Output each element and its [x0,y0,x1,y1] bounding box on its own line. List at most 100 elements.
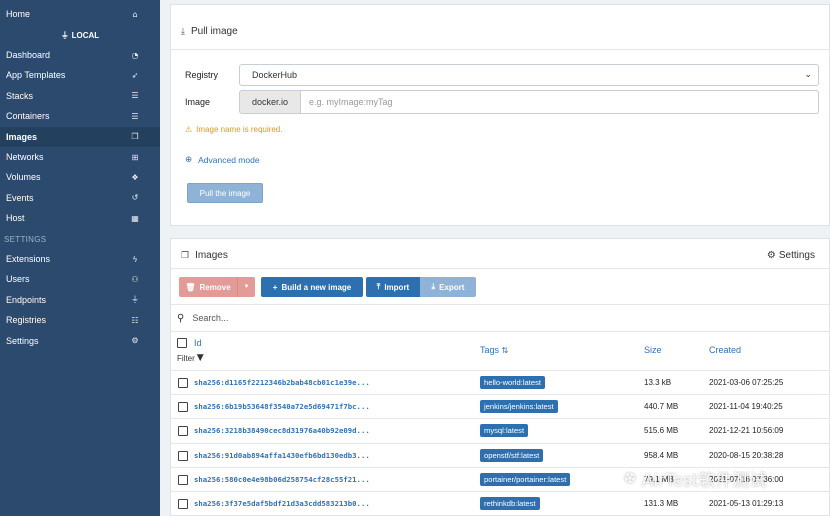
image-required-warning: ⚠ Image name is required. [185,125,282,134]
sidebar-item-stacks[interactable]: Stacks ☰ [0,86,160,106]
image-tag-badge: portainer/portainer:latest [480,472,571,486]
endpoint-name: LOCAL [71,31,100,40]
sidebar-item-extensions[interactable]: Extensions ϟ [0,249,160,269]
image-id-link[interactable]: sha256:580c0e4e98b06d258754cf28c55f21... [194,475,370,484]
sitemap-icon: ⊞ [131,152,139,162]
plug-icon: ⏚ [60,31,72,40]
warning-icon: ⚠ [185,125,193,134]
pull-image-button[interactable]: Pull the image [187,183,263,203]
image-id-link[interactable]: sha256:3f37e5daf5bdf21d3a3cdd583213b0... [194,499,370,508]
rocket-icon: ➶ [131,70,139,80]
registry-label: Registry [185,70,219,80]
image-id-link[interactable]: sha256:6b19b53648f3540a72e5d69471f7bc... [194,402,370,411]
server-icon: ☰ [131,111,139,121]
sidebar-item-label: Endpoints [6,294,47,305]
image-created: 2021-11-04 19:40:25 [709,402,783,412]
sidebar-item-app-templates[interactable]: App Templates ➶ [0,65,160,85]
search-input[interactable]: Search... [192,313,228,323]
table-row[interactable]: sha256:3f37e5daf5bdf21d3a3cdd583213b0...… [171,491,830,515]
caret-down-icon: ▼ [243,284,250,290]
download-icon: ⤓ [431,282,436,291]
table-settings-label: Settings [778,250,815,261]
sidebar-item-events[interactable]: Events ↺ [0,188,160,208]
registry-select-value: DockerHub [252,70,298,80]
search-bar[interactable]: ⚲ Search... [171,304,830,332]
filter-toggle[interactable]: Filter ▼ [177,353,204,363]
advanced-mode-link[interactable]: ⊕ Advanced mode [185,155,260,165]
image-size: 13.3 kB [644,378,672,387]
history-icon: ↺ [131,193,139,203]
image-tag-badge: rethinkdb:latest [480,497,540,510]
row-checkbox[interactable] [178,378,188,388]
sidebar-item-registries[interactable]: Registries ☷ [0,310,160,330]
advanced-mode-label: Advanced mode [198,155,260,165]
image-id-link[interactable]: sha256:3218b38490cec8d31976a40b92e09d... [194,426,370,435]
plus-icon: + [272,282,278,292]
chevron-down-icon: ⌄ [804,70,812,80]
bolt-icon: ϟ [132,254,138,264]
sidebar-item-users[interactable]: Users ⚇ [0,269,160,289]
users-icon: ⚇ [131,274,139,284]
table-row[interactable]: sha256:6b19b53648f3540a72e5d69471f7bc...… [171,394,830,418]
build-image-label: Build a new image [281,282,352,292]
select-all-checkbox[interactable] [177,338,187,348]
settings-section-header: SETTINGS [4,235,47,244]
filter-icon: ▼ [196,353,204,363]
image-id-link[interactable]: sha256:91d0ab894affa1430efb6bd130edb3... [194,451,370,460]
remove-button-label: Remove [199,282,231,292]
sidebar-item-label: Users [6,274,30,285]
sidebar-item-dashboard[interactable]: Dashboard ◔ [0,45,160,65]
image-size: 131.3 MB [644,499,679,508]
sidebar-item-label: Extensions [6,254,51,264]
trash-icon: 🗑 [185,282,196,292]
export-button[interactable]: ⤓ Export [420,277,476,297]
remove-options-toggle[interactable]: ▼ [237,277,255,297]
list-icon: ☰ [131,91,139,101]
table-row[interactable]: sha256:91d0ab894affa1430efb6bd130edb3...… [171,442,830,467]
wechat-icon: ✪ [624,470,636,487]
image-id-link[interactable]: sha256:d1165f2212346b2bab48cb01c1e39e... [194,378,370,387]
image-tag-badge: jenkins/jenkins:latest [480,400,558,414]
sidebar-item-host[interactable]: Host ▦ [0,208,160,228]
sidebar-item-endpoints[interactable]: Endpoints ⏚ [0,290,160,310]
image-created: 2021-12-21 10:56:09 [709,426,784,436]
column-header-created[interactable]: Created [709,345,741,355]
import-button[interactable]: ⤒ Import [366,277,420,297]
endpoint-header: ⏚ LOCAL [0,30,160,41]
sidebar-item-networks[interactable]: Networks ⊞ [0,147,160,167]
sidebar: Home ⌂ ⏚ LOCAL Dashboard ◔ App Templates ➶ S… [0,0,160,516]
table-row[interactable]: sha256:3218b38490cec8d31976a40b92e09d...… [171,418,830,442]
row-checkbox[interactable] [178,474,188,485]
sidebar-item-settings[interactable]: Settings ⚙ [0,331,160,351]
registry-select[interactable]: DockerHub ⌄ [239,64,819,86]
column-header-tags[interactable]: Tags ⇅ [480,345,508,355]
tags-header-label: Tags [480,345,500,355]
clone-icon: ❐ [131,132,139,142]
download-icon: ⤓ [181,26,185,37]
row-checkbox[interactable] [178,499,188,509]
database-icon: ☷ [131,315,139,325]
pull-image-title-text: Pull image [190,26,238,37]
row-checkbox[interactable] [178,450,188,461]
build-image-button[interactable]: + Build a new image [261,277,363,297]
watermark: ✪ AirTest软件测试 [624,466,767,492]
image-input[interactable]: e.g. myImage:myTag [301,90,819,114]
sidebar-item-home[interactable]: Home ⌂ [0,4,160,24]
gear-icon: ⚙ [766,250,776,261]
table-settings-button[interactable]: ⚙ Settings [767,250,815,261]
sort-icon: ⇅ [501,346,509,355]
remove-button[interactable]: 🗑 Remove [179,277,237,297]
sidebar-item-images[interactable]: Images ❐ [0,126,160,147]
table-row[interactable]: sha256:d1165f2212346b2bab48cb01c1e39e...… [171,370,830,394]
image-created: 2021-05-13 01:29:13 [709,499,784,508]
sidebar-item-containers[interactable]: Containers ☰ [0,106,160,126]
sidebar-item-label: Registries [6,315,47,326]
sidebar-item-label: Host [6,213,25,224]
column-header-id[interactable]: Id [194,338,202,348]
row-checkbox[interactable] [178,426,188,437]
column-header-size[interactable]: Size [644,345,662,355]
row-checkbox[interactable] [178,402,188,413]
sidebar-item-label: Containers [6,111,50,122]
sidebar-item-label: Home [6,9,31,19]
sidebar-item-volumes[interactable]: Volumes ❖ [0,167,160,187]
